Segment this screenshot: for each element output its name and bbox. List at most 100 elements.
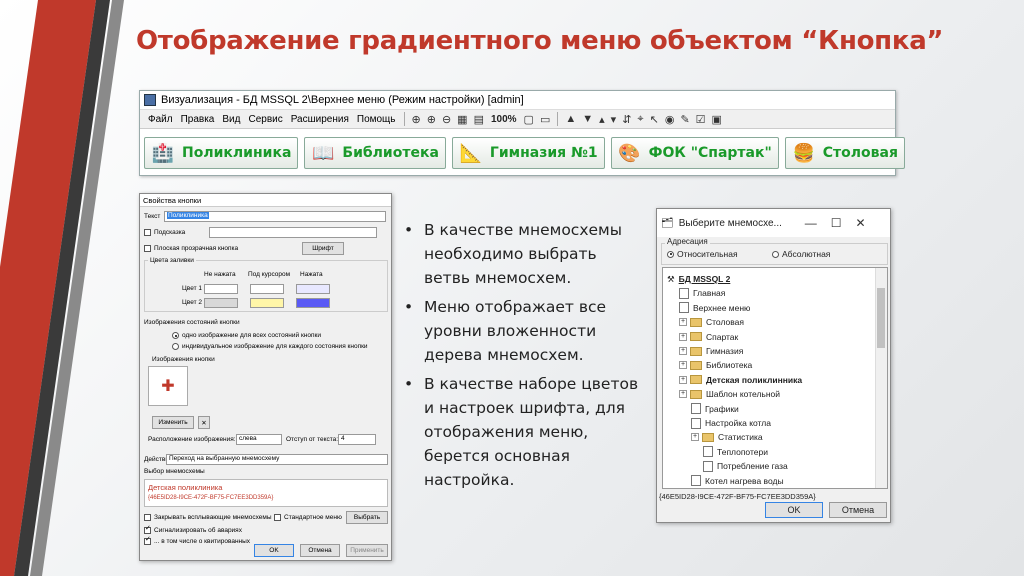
- alarms-checkbox[interactable]: [144, 525, 151, 534]
- ok-button[interactable]: OK: [765, 502, 823, 518]
- fit-page-icon[interactable]: ▢: [521, 113, 537, 126]
- clinic-icon: 🏥: [151, 142, 175, 164]
- color1-pressed-swatch[interactable]: [296, 284, 330, 294]
- tree-node[interactable]: Графики: [691, 402, 739, 416]
- tree-node[interactable]: ⚒ БД MSSQL 2: [667, 272, 730, 286]
- zoom-out-icon[interactable]: ⊖: [439, 113, 454, 126]
- menu-edit[interactable]: Правка: [177, 114, 219, 125]
- action-select[interactable]: Переход на выбранную мнемосхему: [166, 454, 388, 465]
- menu-help[interactable]: Помощь: [353, 114, 400, 125]
- font-button[interactable]: Шрифт: [302, 242, 344, 255]
- menu-service[interactable]: Сервис: [244, 114, 286, 125]
- tree-node-label: Главная: [693, 288, 726, 299]
- remove-image-button[interactable]: ✕: [198, 416, 210, 429]
- tree-node[interactable]: + Статистика: [691, 430, 763, 444]
- choose-button[interactable]: Выбрать: [346, 511, 388, 524]
- single-image-radio[interactable]: [172, 332, 179, 339]
- menu-button-gymnasium[interactable]: 📐 Гимназия №1: [451, 137, 605, 169]
- color2-hover-swatch[interactable]: [250, 298, 284, 308]
- check-icon[interactable]: ☑: [693, 113, 709, 126]
- layout-icon[interactable]: ▤: [471, 113, 487, 126]
- tree-node[interactable]: Верхнее меню: [679, 301, 750, 315]
- indent-spinner[interactable]: 4: [338, 434, 376, 445]
- expand-icon[interactable]: +: [679, 375, 687, 384]
- expand-icon[interactable]: +: [679, 361, 687, 370]
- scroll-thumb[interactable]: [877, 288, 885, 348]
- ok-button[interactable]: OK: [254, 544, 294, 557]
- edit-icon[interactable]: ✎: [677, 113, 692, 126]
- arrow-down-icon[interactable]: ▼: [579, 113, 596, 125]
- std-menu-checkbox[interactable]: [274, 514, 281, 521]
- zoom-level[interactable]: 100%: [487, 114, 521, 125]
- tree-node[interactable]: + Гимназия: [679, 344, 743, 358]
- flat-button-checkbox[interactable]: [144, 245, 151, 252]
- tree-node[interactable]: Потребление газа: [703, 459, 788, 473]
- absolute-radio[interactable]: [772, 250, 779, 258]
- close-popups-checkbox[interactable]: [144, 514, 151, 521]
- expand-icon[interactable]: +: [679, 332, 687, 341]
- individual-image-label: индивидуальное изображение для каждого с…: [182, 343, 368, 350]
- color2-pressed-swatch[interactable]: [296, 298, 330, 308]
- chosen-schema-guid: {46E5ID28-I9CE-472F-BF75-FC7EE3DD359A}: [148, 495, 274, 501]
- tree-scrollbar[interactable]: [875, 268, 887, 488]
- menu-button-label: Столовая: [822, 145, 898, 161]
- color1-normal-swatch[interactable]: [204, 284, 238, 294]
- image-icon[interactable]: ▣: [709, 113, 725, 126]
- expand-icon[interactable]: +: [679, 347, 687, 355]
- expand-icon[interactable]: +: [679, 318, 687, 327]
- menu-button-clinic[interactable]: 🏥 Поликлиника: [144, 137, 299, 169]
- text-label: Текст: [144, 213, 161, 220]
- menu-button-canteen[interactable]: 🍔 Столовая: [784, 137, 905, 169]
- tree-node[interactable]: + Детская поликлинника: [679, 373, 802, 387]
- tree-node[interactable]: + Библиотека: [679, 358, 752, 372]
- arrow-up-icon[interactable]: ▲: [562, 113, 579, 125]
- expand-icon[interactable]: +: [679, 390, 687, 399]
- schema-tree[interactable]: ⚒ БД MSSQL 2 Главная Верхнее меню + Столовая +…: [662, 267, 888, 489]
- cancel-button[interactable]: Отмена: [829, 502, 887, 518]
- action-value: Переход на выбранную мнемосхему: [169, 455, 280, 462]
- tree-node[interactable]: Настройка котла: [691, 416, 771, 430]
- menu-button-spartak[interactable]: 🎨 ФОК "Спартак": [610, 137, 779, 169]
- col-hover: Под курсором: [248, 271, 291, 278]
- color1-hover-swatch[interactable]: [250, 284, 284, 294]
- menu-view[interactable]: Вид: [218, 114, 244, 125]
- tree-node[interactable]: + Спартак: [679, 330, 738, 344]
- tree-node[interactable]: + Столовая: [679, 315, 744, 329]
- tree-node[interactable]: + Шаблон котельной: [679, 387, 780, 401]
- tree-node[interactable]: Теплопотери: [703, 445, 768, 459]
- change-image-button[interactable]: Изменить: [152, 416, 194, 429]
- apply-button[interactable]: Применить: [346, 544, 388, 557]
- layout-select[interactable]: слева: [236, 434, 282, 445]
- minimize-icon[interactable]: —: [805, 216, 817, 230]
- pointer-icon[interactable]: ↖: [647, 113, 662, 126]
- select-icon[interactable]: ⌖: [634, 113, 646, 126]
- tree-node[interactable]: Котел нагрева воды: [691, 474, 784, 488]
- cancel-button[interactable]: Отмена: [300, 544, 340, 557]
- bring-front-icon[interactable]: ▴: [596, 113, 608, 126]
- button-properties-dialog: Свойства кнопки Текст Поликлиника Подсказ…: [139, 193, 392, 561]
- send-back-icon[interactable]: ▾: [608, 113, 620, 126]
- menu-file[interactable]: Файл: [144, 114, 177, 125]
- zoom-in-icon[interactable]: ⊕: [424, 113, 439, 126]
- tree-node[interactable]: Главная: [679, 286, 725, 300]
- bullet-item: В качестве наборе цветов и настроек шриф…: [402, 372, 647, 492]
- expand-icon[interactable]: +: [691, 433, 699, 442]
- images-label: Изображения кнопки: [152, 356, 215, 363]
- grid-icon[interactable]: ▦: [454, 113, 470, 126]
- text-field[interactable]: Поликлиника: [164, 211, 386, 222]
- individual-image-radio[interactable]: [172, 343, 179, 350]
- color2-normal-swatch[interactable]: [204, 298, 238, 308]
- close-icon[interactable]: ✕: [855, 216, 865, 230]
- tree-node-label: БД MSSQL 2: [678, 274, 731, 284]
- fit-width-icon[interactable]: ▭: [537, 113, 553, 126]
- menu-extensions[interactable]: Расширения: [287, 114, 353, 125]
- align-icon[interactable]: ⇵: [619, 113, 634, 126]
- ack-checkbox[interactable]: [144, 536, 151, 545]
- maximize-icon[interactable]: ☐: [831, 216, 842, 230]
- hint-field[interactable]: [209, 227, 377, 238]
- menu-button-library[interactable]: 📖 Библиотека: [304, 137, 446, 169]
- eye-icon[interactable]: ◉: [662, 113, 678, 126]
- zoom-fit-icon[interactable]: ⊕: [409, 113, 424, 126]
- hint-checkbox[interactable]: [144, 229, 151, 236]
- relative-radio[interactable]: [667, 250, 674, 258]
